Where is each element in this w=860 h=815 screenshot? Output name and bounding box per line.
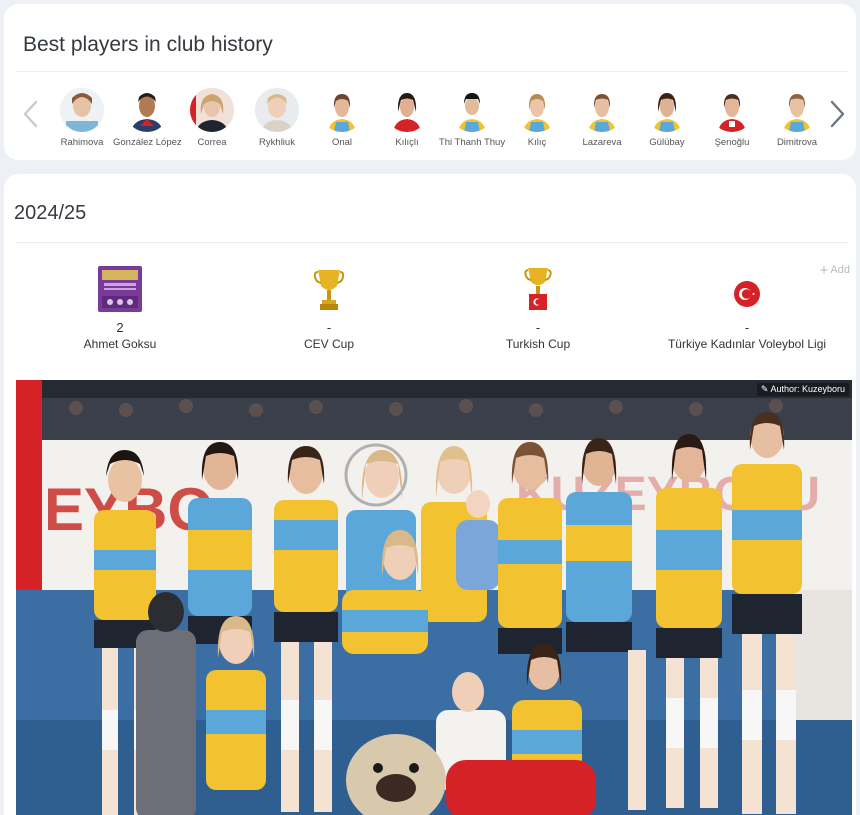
player-name: Gülübay bbox=[649, 137, 685, 148]
player-card[interactable]: Onal bbox=[308, 88, 376, 148]
trophy-label: CEV Cup bbox=[303, 337, 355, 351]
trophy-count: 2 bbox=[116, 320, 124, 335]
team-photo[interactable]: EYBO KUZEYBORU bbox=[16, 380, 852, 815]
divider bbox=[16, 71, 848, 72]
trophy-count: - bbox=[535, 320, 541, 335]
team-photo-image: EYBO KUZEYBORU bbox=[16, 380, 852, 815]
player-name: Dimitrova bbox=[776, 137, 818, 148]
player-avatar bbox=[450, 88, 494, 132]
player-name: Şenoğlu bbox=[714, 137, 750, 148]
chevron-right-icon bbox=[830, 100, 845, 128]
player-avatar bbox=[255, 88, 299, 132]
player-name: González López bbox=[113, 137, 182, 148]
trophy-label: Türkiye Kadınlar Voleybol Ligi bbox=[667, 337, 827, 351]
trophy-item[interactable]: - Türkiye Kadınlar Voleybol Ligi bbox=[647, 262, 847, 351]
player-card[interactable]: Rykhliuk bbox=[243, 88, 311, 148]
player-card[interactable]: González López bbox=[113, 88, 182, 148]
player-avatar bbox=[775, 88, 819, 132]
player-name: Kılıçlı bbox=[395, 137, 419, 148]
player-card[interactable]: Lazareva bbox=[568, 88, 636, 148]
player-name: Lazareva bbox=[582, 137, 622, 148]
divider bbox=[16, 242, 848, 243]
trophy-item[interactable]: - CEV Cup bbox=[229, 262, 429, 351]
trophy-item[interactable]: 2 Ahmet Goksu bbox=[20, 262, 220, 351]
trophy-label: Ahmet Goksu bbox=[83, 337, 157, 351]
player-avatar bbox=[645, 88, 689, 132]
player-name: Onal bbox=[331, 137, 353, 148]
player-card[interactable]: Thi Thanh Thuy bbox=[438, 88, 506, 148]
trophy-item[interactable]: - Turkish Cup bbox=[438, 262, 638, 351]
trophy-label: Turkish Cup bbox=[505, 337, 571, 351]
turkey-flag-icon bbox=[647, 262, 847, 312]
turkish-cup-trophy-icon bbox=[438, 262, 638, 312]
player-card[interactable]: Rahimova bbox=[48, 88, 116, 148]
trophy-count: - bbox=[326, 320, 332, 335]
ahmet-goksu-trophy-icon bbox=[20, 262, 220, 312]
player-avatar bbox=[385, 88, 429, 132]
player-avatar bbox=[515, 88, 559, 132]
player-name: Correa bbox=[197, 137, 227, 148]
player-name: Rahimova bbox=[60, 137, 104, 148]
player-avatar bbox=[580, 88, 624, 132]
player-name: Rykhliuk bbox=[259, 137, 295, 148]
cup-trophy-icon bbox=[229, 262, 429, 312]
player-name: Thi Thanh Thuy bbox=[438, 137, 506, 148]
season-title: 2024/25 bbox=[14, 202, 87, 224]
player-avatar bbox=[60, 88, 104, 132]
player-avatar bbox=[320, 88, 364, 132]
photo-credit: ✎ Author: Kuzeyboru bbox=[756, 383, 849, 396]
photo-credit-text: Author: Kuzeyboru bbox=[770, 384, 845, 394]
best-players-title: Best players in club history bbox=[23, 33, 273, 56]
player-card[interactable]: Gülübay bbox=[633, 88, 701, 148]
pencil-icon: ✎ bbox=[760, 384, 769, 394]
players-carousel: Rahimova González López Correa Rykhliuk … bbox=[48, 88, 819, 150]
carousel-prev-button[interactable] bbox=[20, 99, 42, 129]
player-card[interactable]: Correa bbox=[178, 88, 246, 148]
player-card[interactable]: Kılıç bbox=[503, 88, 571, 148]
best-players-card: Best players in club history Rahimova Go… bbox=[4, 4, 856, 160]
player-avatar bbox=[190, 88, 234, 132]
player-card[interactable]: Kılıçlı bbox=[373, 88, 441, 148]
chevron-left-icon bbox=[23, 100, 38, 128]
player-avatar bbox=[710, 88, 754, 132]
season-card: 2024/25 + Add 2 Ahmet Goksu - CEV Cup - … bbox=[4, 174, 856, 815]
player-card[interactable]: Dimitrova bbox=[763, 88, 831, 148]
player-name: Kılıç bbox=[527, 137, 547, 148]
trophy-count: - bbox=[744, 320, 750, 335]
player-avatar bbox=[125, 88, 169, 132]
player-card[interactable]: Şenoğlu bbox=[698, 88, 766, 148]
carousel-next-button[interactable] bbox=[826, 99, 848, 129]
